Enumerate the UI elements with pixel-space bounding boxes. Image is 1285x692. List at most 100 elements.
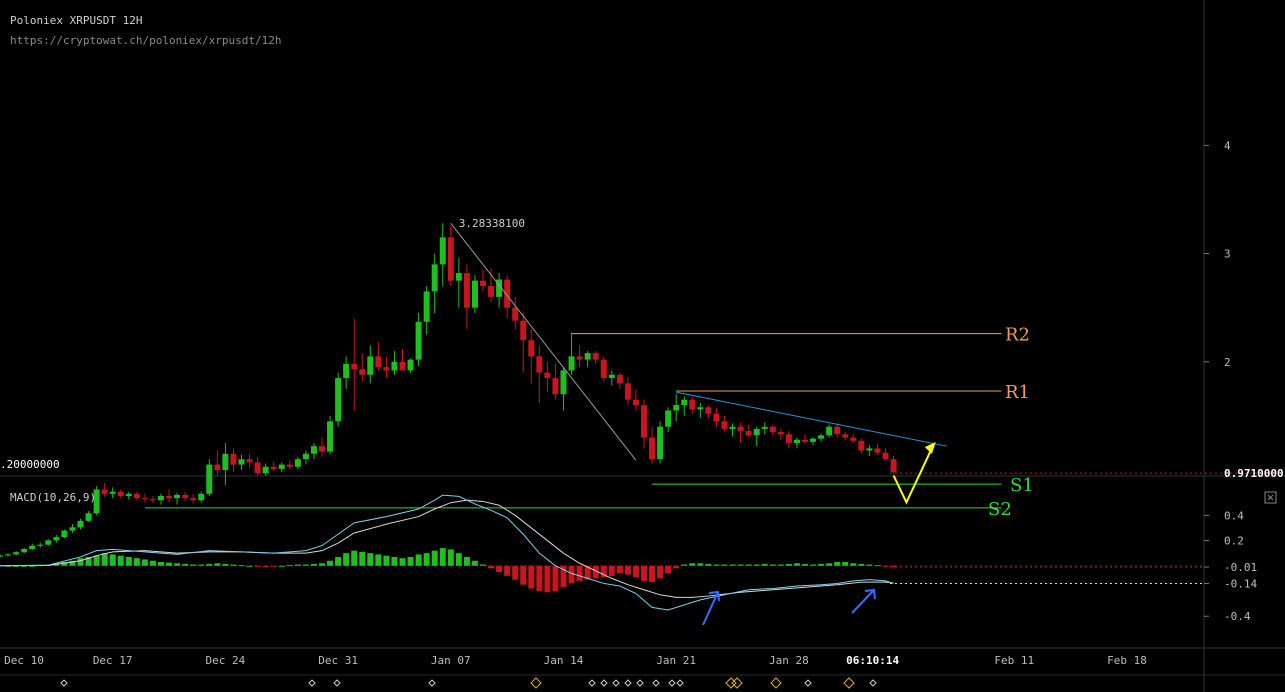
- macd-histogram-bar: [125, 556, 132, 566]
- macd-histogram-bar: [109, 554, 116, 566]
- macd-histogram-bar: [504, 565, 511, 576]
- macd-histogram-bar: [520, 565, 527, 585]
- macd-histogram-bar: [713, 564, 720, 566]
- time-axis-label: Dec 31: [318, 654, 358, 667]
- candle-body: [407, 359, 414, 371]
- macd-histogram-bar: [294, 564, 301, 566]
- current-price-label: 0.9710000: [1224, 467, 1284, 480]
- macd-histogram-bar: [214, 563, 221, 566]
- low-price-label: .20000000: [0, 458, 60, 471]
- macd-histogram-bar: [544, 565, 551, 593]
- candle-body: [761, 426, 768, 429]
- event-marker-icon: [612, 679, 620, 687]
- candle-body: [793, 439, 800, 443]
- candle-body: [552, 378, 559, 395]
- macd-histogram-bar: [536, 565, 543, 592]
- macd-histogram-bar: [793, 563, 800, 566]
- event-marker-icon: [804, 679, 812, 687]
- macd-histogram-bar: [632, 565, 639, 578]
- macd-histogram-bar: [407, 556, 414, 566]
- macd-axis-tick-label: -0.01: [1224, 561, 1257, 574]
- macd-histogram-bar: [149, 560, 156, 566]
- macd-histogram-bar: [496, 565, 503, 573]
- candle-body: [826, 426, 833, 436]
- macd-axis-tick-label: 0.2: [1224, 535, 1244, 548]
- event-marker-icon: [770, 677, 782, 689]
- time-axis-label: Dec 10: [4, 654, 44, 667]
- macd-histogram-bar: [455, 553, 462, 566]
- macd-histogram-bar: [439, 548, 446, 566]
- time-axis-label: Jan 07: [431, 654, 471, 667]
- macd-histogram-bar: [117, 555, 124, 566]
- macd-histogram-bar: [681, 564, 688, 566]
- high-price-label: 3.28338100: [459, 217, 525, 230]
- candle-body: [874, 448, 881, 453]
- candle-body: [890, 459, 897, 473]
- macd-histogram-bar: [399, 558, 406, 566]
- candle-body: [286, 464, 293, 467]
- candle-body: [568, 356, 575, 371]
- macd-histogram-bar: [141, 559, 148, 566]
- macd-histogram-bar: [415, 554, 422, 566]
- macd-histogram-bar: [697, 563, 704, 566]
- macd-histogram-bar: [874, 565, 881, 567]
- chart-url[interactable]: https://cryptowat.ch/poloniex/xrpusdt/12…: [10, 34, 282, 47]
- candle-body: [214, 464, 221, 470]
- candle-body: [600, 359, 607, 379]
- candle-body: [174, 494, 181, 499]
- time-axis-label: Jan 21: [656, 654, 696, 667]
- event-marker-icon: [869, 679, 877, 687]
- macd-histogram-bar: [431, 550, 438, 566]
- macd-histogram-bar: [262, 565, 269, 568]
- macd-histogram-bar: [101, 553, 108, 566]
- macd-histogram-bar: [447, 549, 454, 566]
- macd-histogram-bar: [174, 563, 181, 566]
- level-label-s1: S1: [1010, 475, 1034, 496]
- candle-body: [21, 548, 28, 553]
- candle-body: [415, 321, 422, 360]
- candle-body: [471, 280, 478, 308]
- macd-axis-tick-label: 0.4: [1224, 509, 1244, 522]
- candle-body: [697, 407, 704, 410]
- event-marker-icon: [668, 679, 676, 687]
- candle-body: [85, 513, 92, 521]
- level-label-r2: R2: [1005, 325, 1030, 346]
- candle-body: [866, 448, 873, 451]
- candle-body: [673, 405, 680, 411]
- candle-body: [447, 237, 454, 281]
- macd-histogram-bar: [166, 562, 173, 566]
- candle-body: [133, 493, 140, 499]
- macd-histogram-bar: [842, 562, 849, 566]
- yellow-arrow-head: [924, 442, 936, 455]
- macd-histogram-bar: [737, 564, 744, 566]
- macd-histogram-bar: [286, 565, 293, 567]
- macd-histogram-bar: [359, 551, 366, 566]
- macd-histogram-bar: [367, 553, 374, 566]
- candle-body: [294, 459, 301, 467]
- candle-body: [101, 489, 108, 494]
- blue-arrow-1: [851, 589, 875, 614]
- event-marker-icon: [530, 677, 542, 689]
- current-time-label: 06:10:14: [846, 654, 899, 667]
- macd-histogram-bar: [858, 563, 865, 566]
- candle-body: [222, 453, 229, 470]
- macd-histogram-bar: [133, 558, 140, 566]
- macd-histogram-bar: [689, 563, 696, 566]
- macd-histogram-bar: [182, 563, 189, 566]
- close-pane-icon-glyph: [1267, 494, 1274, 501]
- macd-histogram-bar: [335, 556, 342, 566]
- macd-histogram-bar: [93, 555, 100, 566]
- candle-body: [61, 530, 68, 538]
- candle-body: [858, 440, 865, 451]
- candle-body: [657, 426, 664, 460]
- price-chart-canvas: 4 3 2 0.9710000 R2 R1 S1 S2 3.28338100 .20000000 M…: [0, 0, 1285, 692]
- candle-body: [77, 520, 84, 528]
- time-axis-label: Feb 18: [1107, 654, 1147, 667]
- candle-body: [343, 363, 350, 379]
- candle-body: [383, 367, 390, 371]
- macd-histogram-bar: [802, 563, 808, 566]
- candle-body: [399, 361, 406, 371]
- event-marker-icon: [652, 679, 660, 687]
- candle-body: [5, 554, 12, 556]
- macd-histogram-bar: [785, 563, 792, 566]
